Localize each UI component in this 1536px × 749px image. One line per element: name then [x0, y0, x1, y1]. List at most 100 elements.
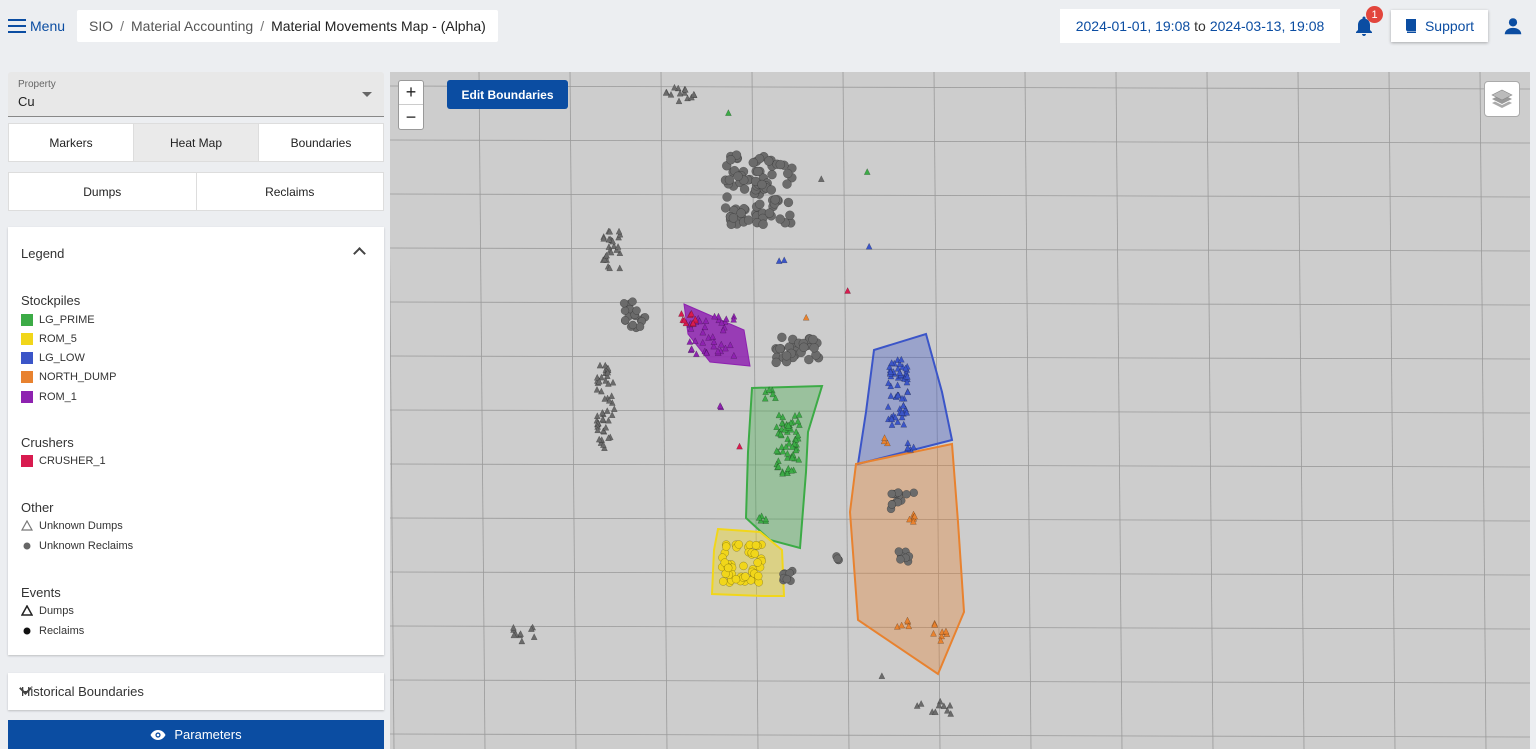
legend-item: CRUSHER_1 — [21, 455, 106, 467]
map-canvas[interactable]: + − Edit Boundaries — [390, 72, 1530, 749]
breadcrumb-separator: / — [120, 18, 125, 34]
grid-line — [390, 625, 1530, 630]
map-marker — [720, 203, 731, 213]
tab-dumps[interactable]: Dumps — [9, 173, 197, 210]
map-marker — [610, 405, 618, 412]
color-swatch — [21, 455, 33, 467]
map-marker — [770, 194, 780, 205]
grid-line — [1024, 72, 1032, 749]
tab-reclaims[interactable]: Reclaims — [197, 173, 384, 210]
map-marker — [887, 489, 896, 499]
grid-line — [1206, 72, 1214, 749]
grid-line — [1115, 72, 1123, 749]
historical-boundaries-title: Historical Boundaries — [21, 684, 144, 699]
map-marker — [724, 175, 735, 185]
map-marker — [782, 168, 793, 179]
map-marker — [755, 199, 765, 209]
map-marker — [517, 630, 525, 637]
map-marker — [764, 208, 775, 218]
map-marker — [678, 309, 685, 317]
stockpiles-heading: Stockpiles — [21, 293, 81, 308]
map-marker — [766, 185, 777, 195]
hamburger-icon — [8, 19, 26, 33]
map-marker — [743, 215, 754, 225]
legend-label: ROM_5 — [39, 333, 77, 345]
breadcrumb-item-material-accounting[interactable]: Material Accounting — [131, 18, 253, 34]
property-value: Cu — [18, 94, 35, 109]
map-marker — [754, 571, 763, 581]
legend-panel: Legend Stockpiles LG_PRIME ROM_5 LG_LOW … — [8, 227, 384, 655]
menu-button[interactable]: Menu — [8, 12, 65, 40]
legend-label: Dumps — [39, 605, 74, 617]
grid-line — [390, 517, 1530, 522]
legend-label: CRUSHER_1 — [39, 455, 106, 467]
parameters-button[interactable]: Parameters — [8, 720, 384, 749]
legend-item: ROM_1 — [21, 391, 77, 403]
legend-label: LG_LOW — [39, 352, 85, 364]
map-marker — [758, 219, 768, 230]
map-marker — [518, 637, 526, 645]
legend-item: Dumps — [21, 605, 74, 617]
color-swatch — [21, 333, 33, 345]
map-marker — [726, 155, 736, 165]
zoom-in-button[interactable]: + — [399, 81, 423, 105]
boundary-lg-prime[interactable] — [744, 384, 824, 550]
map-marker — [530, 633, 538, 640]
user-icon[interactable] — [1502, 15, 1524, 37]
map-marker — [721, 542, 731, 551]
map-marker — [733, 171, 743, 182]
breadcrumb-item-sio[interactable]: SIO — [89, 18, 113, 34]
tab-boundaries[interactable]: Boundaries — [259, 124, 383, 161]
map-marker — [936, 697, 944, 705]
map-marker — [593, 412, 601, 420]
date-to-word: to — [1194, 18, 1206, 34]
chevron-up-icon[interactable] — [353, 247, 366, 260]
grid-line — [390, 301, 1530, 306]
grid-line — [842, 72, 850, 749]
legend-item: ROM_5 — [21, 333, 77, 345]
map-marker — [878, 672, 886, 680]
outline-triangle-icon — [21, 520, 33, 531]
gray-circle-icon — [23, 542, 31, 550]
map-marker — [909, 488, 919, 498]
tab-heat-map[interactable]: Heat Map — [134, 124, 259, 161]
map-grid — [390, 72, 1530, 749]
map-marker — [620, 306, 630, 315]
legend-title: Legend — [21, 246, 65, 261]
legend-item: Unknown Reclaims — [21, 540, 133, 552]
zoom-out-button[interactable]: − — [399, 105, 423, 129]
map-marker — [671, 83, 678, 91]
date-range-picker[interactable]: 2024-01-01, 19:08 to 2024-03-13, 19:08 — [1060, 9, 1340, 43]
legend-label: Reclaims — [39, 625, 85, 637]
property-select[interactable]: Property Cu — [8, 72, 384, 117]
map-marker — [605, 416, 612, 424]
map-marker — [775, 159, 786, 170]
color-swatch — [21, 391, 33, 403]
historical-boundaries-section[interactable]: Historical Boundaries — [8, 673, 384, 710]
map-marker — [763, 156, 774, 166]
legend-item: LG_LOW — [21, 352, 85, 364]
map-marker — [734, 540, 743, 549]
map-marker — [782, 574, 792, 584]
map-marker — [894, 547, 904, 556]
map-marker — [767, 169, 777, 180]
map-marker — [724, 109, 732, 116]
breadcrumb-current-page: Material Movements Map - (Alpha) — [271, 18, 486, 34]
layers-button[interactable] — [1484, 81, 1520, 117]
edit-boundaries-button[interactable]: Edit Boundaries — [447, 80, 568, 109]
breadcrumb: SIO / Material Accounting / Material Mov… — [77, 10, 498, 42]
map-marker — [739, 184, 750, 194]
menu-label: Menu — [30, 18, 66, 34]
map-marker — [946, 701, 954, 709]
color-swatch — [21, 352, 33, 364]
map-marker — [804, 354, 814, 365]
map-marker — [716, 402, 724, 409]
tab-markers[interactable]: Markers — [9, 124, 134, 161]
map-marker — [736, 208, 746, 218]
map-marker — [615, 227, 623, 235]
map-marker — [608, 411, 616, 418]
grid-line — [390, 679, 1530, 684]
support-button[interactable]: Support — [1391, 10, 1488, 42]
map-marker — [736, 442, 743, 450]
map-marker — [780, 256, 788, 264]
